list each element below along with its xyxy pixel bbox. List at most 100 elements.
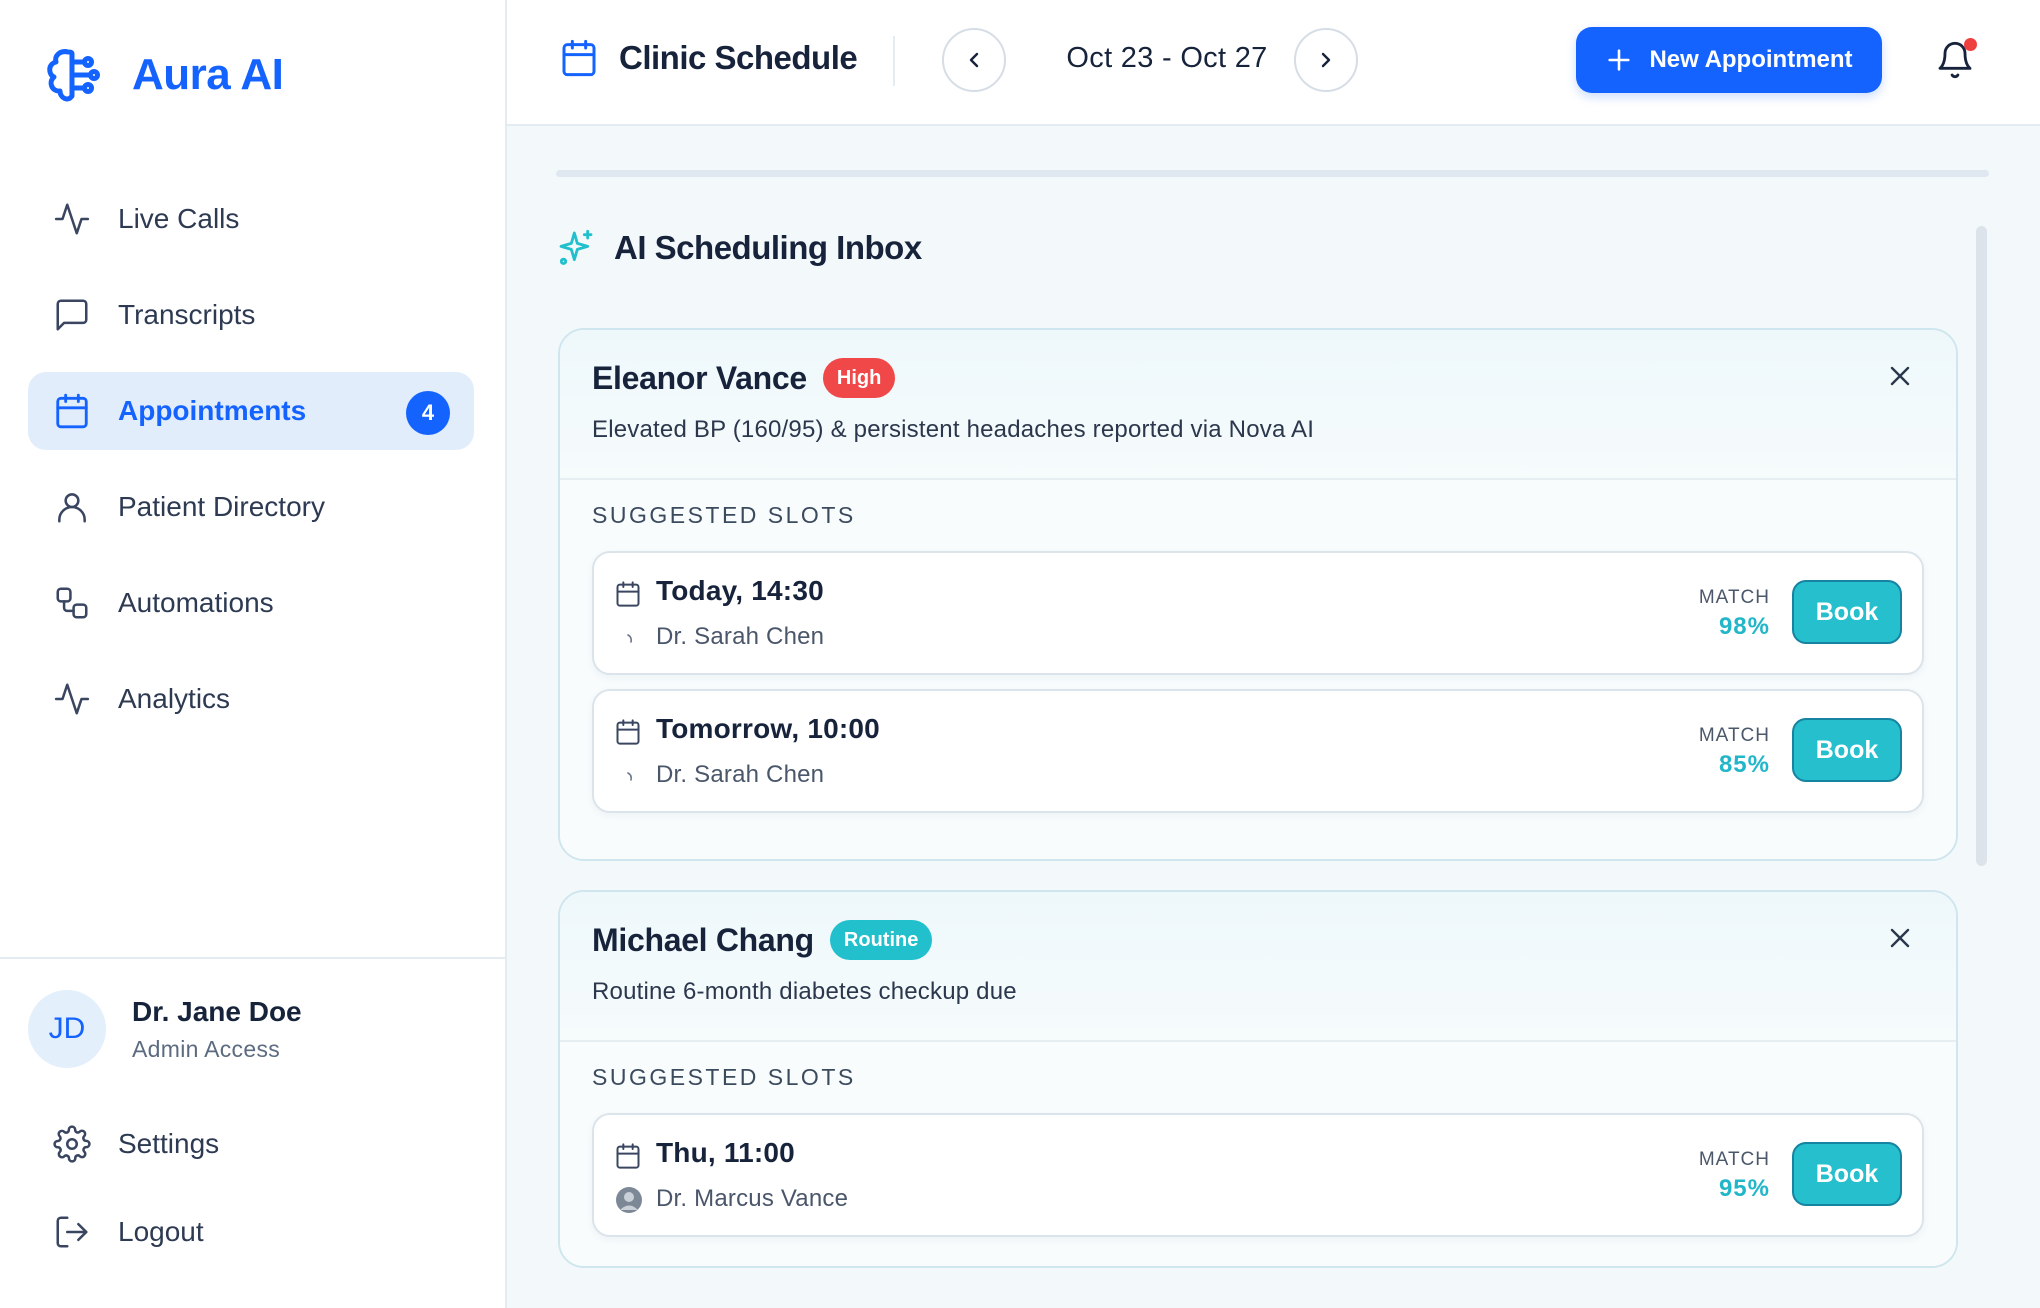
request-card: Eleanor Vance High Elevated BP (160/95) …: [558, 328, 1958, 861]
match-score: 98%: [1718, 613, 1770, 640]
priority-badge: High: [822, 358, 896, 398]
patient-name[interactable]: Michael Chang: [592, 922, 814, 959]
message-square-icon: [52, 295, 92, 335]
plus-icon: [1605, 46, 1633, 74]
slot-row: Thu, 11:00 Dr. Marcus Vance MATCH 95% Bo…: [592, 1113, 1924, 1237]
logout-label: Logout: [118, 1216, 204, 1247]
slot-doctor: Dr. Marcus Vance: [656, 1185, 849, 1212]
user-meta: Dr. Jane Doe Admin Access: [132, 996, 302, 1063]
request-body: SUGGESTED SLOTS Today, 14:30 Dr. Sarah C…: [560, 480, 1956, 859]
sidebar-item-label: Transcripts: [118, 299, 256, 330]
book-button[interactable]: Book: [1792, 1142, 1902, 1206]
logout-icon: [52, 1212, 92, 1252]
sidebar-item-label: Automations: [118, 587, 274, 618]
book-button[interactable]: Book: [1792, 580, 1902, 644]
activity-icon: [52, 199, 92, 239]
dismiss-button[interactable]: [1884, 360, 1916, 392]
sidebar-item-label: Live Calls: [118, 203, 240, 234]
sidebar-item-label: Analytics: [118, 683, 231, 714]
sidebar-item-patient-directory[interactable]: Patient Directory: [28, 468, 474, 546]
sidebar-item-automations[interactable]: Automations: [28, 564, 474, 642]
user-name: Dr. Jane Doe: [132, 995, 302, 1027]
calendar-icon: [614, 580, 642, 608]
page-title: Clinic Schedule: [559, 38, 858, 78]
notification-dot: [1964, 38, 1977, 51]
request-description: Routine 6-month diabetes checkup due: [592, 978, 1017, 1005]
doctor-avatar-icon: [614, 623, 644, 653]
slot-doctor: Dr. Sarah Chen: [656, 623, 825, 650]
sidebar-item-live-calls[interactable]: Live Calls: [28, 180, 474, 258]
request-body: SUGGESTED SLOTS Thu, 11:00 Dr. Marcus Va…: [560, 1042, 1956, 1266]
sparkles-icon: [556, 228, 596, 268]
brand[interactable]: Aura AI: [44, 44, 284, 106]
activity-icon: [52, 679, 92, 719]
slot-time: Today, 14:30: [656, 575, 824, 606]
prev-week-button[interactable]: [942, 28, 1006, 92]
brand-name: Aura AI: [132, 50, 284, 99]
sidebar-item-label: Appointments: [118, 395, 307, 426]
user-icon: [52, 487, 92, 527]
top-header: Clinic Schedule Oct 23 - Oct 27 New Appo…: [507, 0, 2040, 126]
calendar-icon: [559, 38, 599, 78]
request-name-row: Michael Chang Routine: [592, 920, 1956, 960]
suggested-slots-label: SUGGESTED SLOTS: [592, 1064, 856, 1090]
new-appointment-button[interactable]: New Appointment: [1576, 27, 1882, 93]
book-button[interactable]: Book: [1792, 718, 1902, 782]
sidebar-item-label: Patient Directory: [118, 491, 325, 522]
request-header: Michael Chang Routine Routine 6-month di…: [560, 892, 1956, 1042]
priority-badge: Routine: [829, 920, 933, 960]
next-week-button[interactable]: [1294, 28, 1358, 92]
page-title-text: Clinic Schedule: [619, 39, 858, 76]
doctor-avatar-icon: [614, 761, 644, 791]
avatar: JD: [28, 990, 106, 1068]
slot-time: Thu, 11:00: [656, 1137, 795, 1168]
calendar-icon: [614, 718, 642, 746]
workflow-icon: [52, 583, 92, 623]
sidebar-item-appointments[interactable]: Appointments 4: [28, 372, 474, 450]
calendar-icon: [52, 391, 92, 431]
brain-logo-icon: [44, 44, 102, 106]
suggested-slots-label: SUGGESTED SLOTS: [592, 502, 856, 528]
appointments-count-badge: 4: [406, 391, 450, 435]
date-range: Oct 23 - Oct 27: [1066, 42, 1268, 74]
header-divider: [893, 36, 895, 86]
chevron-right-icon: [1314, 48, 1338, 72]
match-score: 95%: [1718, 1175, 1770, 1202]
close-icon: [1890, 928, 1910, 948]
request-card: Michael Chang Routine Routine 6-month di…: [558, 890, 1958, 1268]
chevron-left-icon: [962, 48, 986, 72]
inbox-title: AI Scheduling Inbox: [556, 228, 922, 268]
dismiss-button[interactable]: [1884, 922, 1916, 954]
top-progress-bar: [556, 170, 1989, 177]
user-role: Admin Access: [132, 1035, 281, 1062]
doctor-avatar-icon: [614, 1185, 644, 1215]
request-header: Eleanor Vance High Elevated BP (160/95) …: [560, 330, 1956, 480]
logout-link[interactable]: Logout: [52, 1212, 204, 1252]
match-label: MATCH: [1698, 1149, 1770, 1170]
sidebar-divider: [0, 957, 505, 959]
sidebar-nav: Live Calls Transcripts Appointments 4 Pa…: [28, 180, 474, 756]
slot-doctor: Dr. Sarah Chen: [656, 761, 825, 788]
match-score: 85%: [1718, 751, 1770, 778]
inbox-title-text: AI Scheduling Inbox: [614, 229, 922, 266]
settings-link[interactable]: Settings: [52, 1124, 219, 1164]
gear-icon: [52, 1124, 92, 1164]
slot-row: Tomorrow, 10:00 Dr. Sarah Chen MATCH 85%…: [592, 689, 1924, 813]
sidebar-item-analytics[interactable]: Analytics: [28, 660, 474, 738]
slot-row: Today, 14:30 Dr. Sarah Chen MATCH 98% Bo…: [592, 551, 1924, 675]
scrollbar[interactable]: [1976, 226, 1987, 866]
calendar-icon: [614, 1142, 642, 1170]
request-description: Elevated BP (160/95) & persistent headac…: [592, 416, 1315, 443]
settings-label: Settings: [118, 1128, 220, 1159]
sidebar-item-transcripts[interactable]: Transcripts: [28, 276, 474, 354]
match-label: MATCH: [1698, 587, 1770, 608]
slot-time: Tomorrow, 10:00: [656, 713, 880, 744]
close-icon: [1890, 366, 1910, 386]
patient-name[interactable]: Eleanor Vance: [592, 360, 807, 397]
user-profile[interactable]: JD Dr. Jane Doe Admin Access: [28, 990, 302, 1068]
notifications-button[interactable]: [1935, 38, 1979, 84]
match-label: MATCH: [1698, 725, 1770, 746]
new-appointment-label: New Appointment: [1649, 46, 1853, 73]
request-name-row: Eleanor Vance High: [592, 358, 1956, 398]
sidebar: Aura AI Live Calls Transcripts Appointme…: [0, 0, 507, 1308]
